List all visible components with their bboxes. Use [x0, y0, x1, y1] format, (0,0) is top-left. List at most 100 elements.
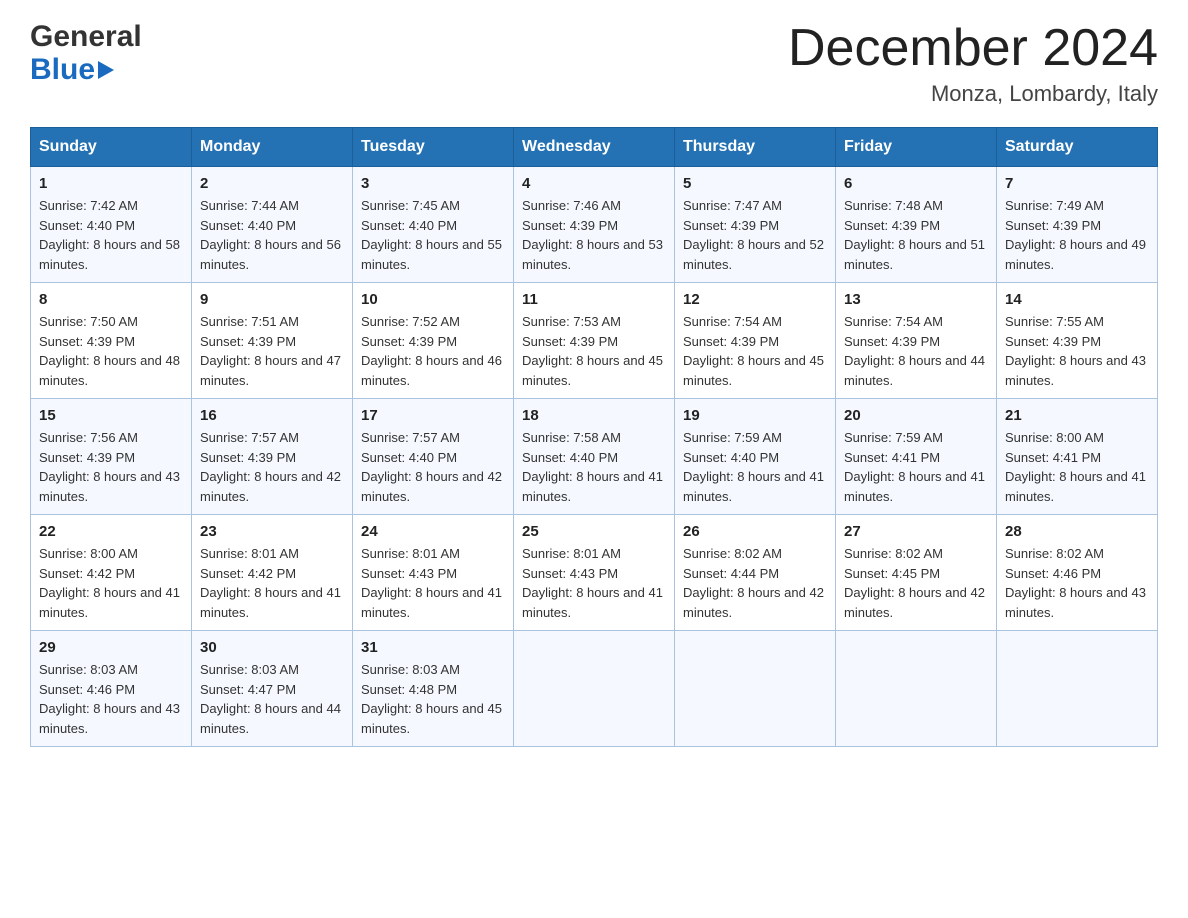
col-saturday: Saturday	[997, 128, 1158, 167]
sunrise-label: Sunrise: 7:44 AM	[200, 198, 299, 213]
day-info: Sunrise: 7:55 AM Sunset: 4:39 PM Dayligh…	[1005, 312, 1149, 390]
daylight-label: Daylight: 8 hours and 41 minutes.	[522, 585, 663, 620]
day-info: Sunrise: 8:01 AM Sunset: 4:43 PM Dayligh…	[361, 544, 505, 622]
sunrise-label: Sunrise: 7:45 AM	[361, 198, 460, 213]
calendar-cell: 28 Sunrise: 8:02 AM Sunset: 4:46 PM Dayl…	[997, 515, 1158, 631]
sunset-label: Sunset: 4:39 PM	[683, 334, 779, 349]
day-number: 16	[200, 407, 344, 424]
daylight-label: Daylight: 8 hours and 45 minutes.	[361, 701, 502, 736]
day-info: Sunrise: 7:52 AM Sunset: 4:39 PM Dayligh…	[361, 312, 505, 390]
day-number: 21	[1005, 407, 1149, 424]
calendar-cell: 22 Sunrise: 8:00 AM Sunset: 4:42 PM Dayl…	[31, 515, 192, 631]
day-number: 9	[200, 291, 344, 308]
col-monday: Monday	[192, 128, 353, 167]
sunset-label: Sunset: 4:45 PM	[844, 566, 940, 581]
day-info: Sunrise: 8:02 AM Sunset: 4:45 PM Dayligh…	[844, 544, 988, 622]
sunset-label: Sunset: 4:39 PM	[683, 218, 779, 233]
day-number: 17	[361, 407, 505, 424]
daylight-label: Daylight: 8 hours and 43 minutes.	[39, 469, 180, 504]
sunrise-label: Sunrise: 7:58 AM	[522, 430, 621, 445]
sunrise-label: Sunrise: 7:55 AM	[1005, 314, 1104, 329]
day-info: Sunrise: 8:02 AM Sunset: 4:46 PM Dayligh…	[1005, 544, 1149, 622]
calendar-cell: 25 Sunrise: 8:01 AM Sunset: 4:43 PM Dayl…	[514, 515, 675, 631]
day-number: 5	[683, 175, 827, 192]
day-number: 26	[683, 523, 827, 540]
daylight-label: Daylight: 8 hours and 55 minutes.	[361, 237, 502, 272]
day-info: Sunrise: 7:54 AM Sunset: 4:39 PM Dayligh…	[683, 312, 827, 390]
daylight-label: Daylight: 8 hours and 42 minutes.	[361, 469, 502, 504]
daylight-label: Daylight: 8 hours and 41 minutes.	[200, 585, 341, 620]
logo-arrow-icon	[98, 61, 114, 79]
day-info: Sunrise: 7:56 AM Sunset: 4:39 PM Dayligh…	[39, 428, 183, 506]
sunset-label: Sunset: 4:39 PM	[1005, 218, 1101, 233]
day-number: 10	[361, 291, 505, 308]
day-number: 2	[200, 175, 344, 192]
daylight-label: Daylight: 8 hours and 41 minutes.	[522, 469, 663, 504]
daylight-label: Daylight: 8 hours and 41 minutes.	[1005, 469, 1146, 504]
calendar-cell: 14 Sunrise: 7:55 AM Sunset: 4:39 PM Dayl…	[997, 283, 1158, 399]
daylight-label: Daylight: 8 hours and 53 minutes.	[522, 237, 663, 272]
day-info: Sunrise: 7:47 AM Sunset: 4:39 PM Dayligh…	[683, 196, 827, 274]
sunset-label: Sunset: 4:39 PM	[361, 334, 457, 349]
calendar-cell: 18 Sunrise: 7:58 AM Sunset: 4:40 PM Dayl…	[514, 399, 675, 515]
sunrise-label: Sunrise: 7:52 AM	[361, 314, 460, 329]
sunset-label: Sunset: 4:39 PM	[200, 334, 296, 349]
day-number: 24	[361, 523, 505, 540]
calendar-cell: 1 Sunrise: 7:42 AM Sunset: 4:40 PM Dayli…	[31, 167, 192, 283]
daylight-label: Daylight: 8 hours and 42 minutes.	[844, 585, 985, 620]
calendar-cell: 4 Sunrise: 7:46 AM Sunset: 4:39 PM Dayli…	[514, 167, 675, 283]
sunrise-label: Sunrise: 7:42 AM	[39, 198, 138, 213]
daylight-label: Daylight: 8 hours and 48 minutes.	[39, 353, 180, 388]
calendar-cell	[675, 631, 836, 747]
calendar-cell: 5 Sunrise: 7:47 AM Sunset: 4:39 PM Dayli…	[675, 167, 836, 283]
sunset-label: Sunset: 4:47 PM	[200, 682, 296, 697]
sunset-label: Sunset: 4:46 PM	[39, 682, 135, 697]
daylight-label: Daylight: 8 hours and 58 minutes.	[39, 237, 180, 272]
calendar-cell: 21 Sunrise: 8:00 AM Sunset: 4:41 PM Dayl…	[997, 399, 1158, 515]
sunset-label: Sunset: 4:39 PM	[522, 334, 618, 349]
sunset-label: Sunset: 4:40 PM	[361, 218, 457, 233]
calendar-cell: 3 Sunrise: 7:45 AM Sunset: 4:40 PM Dayli…	[353, 167, 514, 283]
day-number: 4	[522, 175, 666, 192]
daylight-label: Daylight: 8 hours and 51 minutes.	[844, 237, 985, 272]
day-number: 12	[683, 291, 827, 308]
sunset-label: Sunset: 4:40 PM	[522, 450, 618, 465]
sunset-label: Sunset: 4:41 PM	[844, 450, 940, 465]
logo-blue-text: Blue	[30, 53, 95, 86]
sunset-label: Sunset: 4:44 PM	[683, 566, 779, 581]
calendar-cell: 2 Sunrise: 7:44 AM Sunset: 4:40 PM Dayli…	[192, 167, 353, 283]
sunset-label: Sunset: 4:40 PM	[200, 218, 296, 233]
daylight-label: Daylight: 8 hours and 45 minutes.	[683, 353, 824, 388]
sunset-label: Sunset: 4:39 PM	[522, 218, 618, 233]
calendar-cell: 17 Sunrise: 7:57 AM Sunset: 4:40 PM Dayl…	[353, 399, 514, 515]
daylight-label: Daylight: 8 hours and 47 minutes.	[200, 353, 341, 388]
calendar-cell: 13 Sunrise: 7:54 AM Sunset: 4:39 PM Dayl…	[836, 283, 997, 399]
sunrise-label: Sunrise: 7:57 AM	[200, 430, 299, 445]
sunrise-label: Sunrise: 7:54 AM	[844, 314, 943, 329]
calendar-cell: 29 Sunrise: 8:03 AM Sunset: 4:46 PM Dayl…	[31, 631, 192, 747]
day-info: Sunrise: 8:01 AM Sunset: 4:43 PM Dayligh…	[522, 544, 666, 622]
col-sunday: Sunday	[31, 128, 192, 167]
sunset-label: Sunset: 4:42 PM	[200, 566, 296, 581]
day-number: 8	[39, 291, 183, 308]
daylight-label: Daylight: 8 hours and 42 minutes.	[683, 585, 824, 620]
sunrise-label: Sunrise: 7:46 AM	[522, 198, 621, 213]
calendar-week-row: 1 Sunrise: 7:42 AM Sunset: 4:40 PM Dayli…	[31, 167, 1158, 283]
calendar-cell	[514, 631, 675, 747]
sunset-label: Sunset: 4:41 PM	[1005, 450, 1101, 465]
day-info: Sunrise: 8:01 AM Sunset: 4:42 PM Dayligh…	[200, 544, 344, 622]
col-tuesday: Tuesday	[353, 128, 514, 167]
day-info: Sunrise: 8:00 AM Sunset: 4:41 PM Dayligh…	[1005, 428, 1149, 506]
day-number: 3	[361, 175, 505, 192]
calendar-week-row: 29 Sunrise: 8:03 AM Sunset: 4:46 PM Dayl…	[31, 631, 1158, 747]
month-title: December 2024	[788, 20, 1158, 77]
sunset-label: Sunset: 4:39 PM	[844, 218, 940, 233]
sunrise-label: Sunrise: 8:01 AM	[361, 546, 460, 561]
calendar-cell: 31 Sunrise: 8:03 AM Sunset: 4:48 PM Dayl…	[353, 631, 514, 747]
sunset-label: Sunset: 4:48 PM	[361, 682, 457, 697]
page-header: General Blue December 2024 Monza, Lombar…	[30, 20, 1158, 107]
day-info: Sunrise: 7:57 AM Sunset: 4:40 PM Dayligh…	[361, 428, 505, 506]
day-info: Sunrise: 7:54 AM Sunset: 4:39 PM Dayligh…	[844, 312, 988, 390]
sunset-label: Sunset: 4:40 PM	[39, 218, 135, 233]
day-number: 28	[1005, 523, 1149, 540]
